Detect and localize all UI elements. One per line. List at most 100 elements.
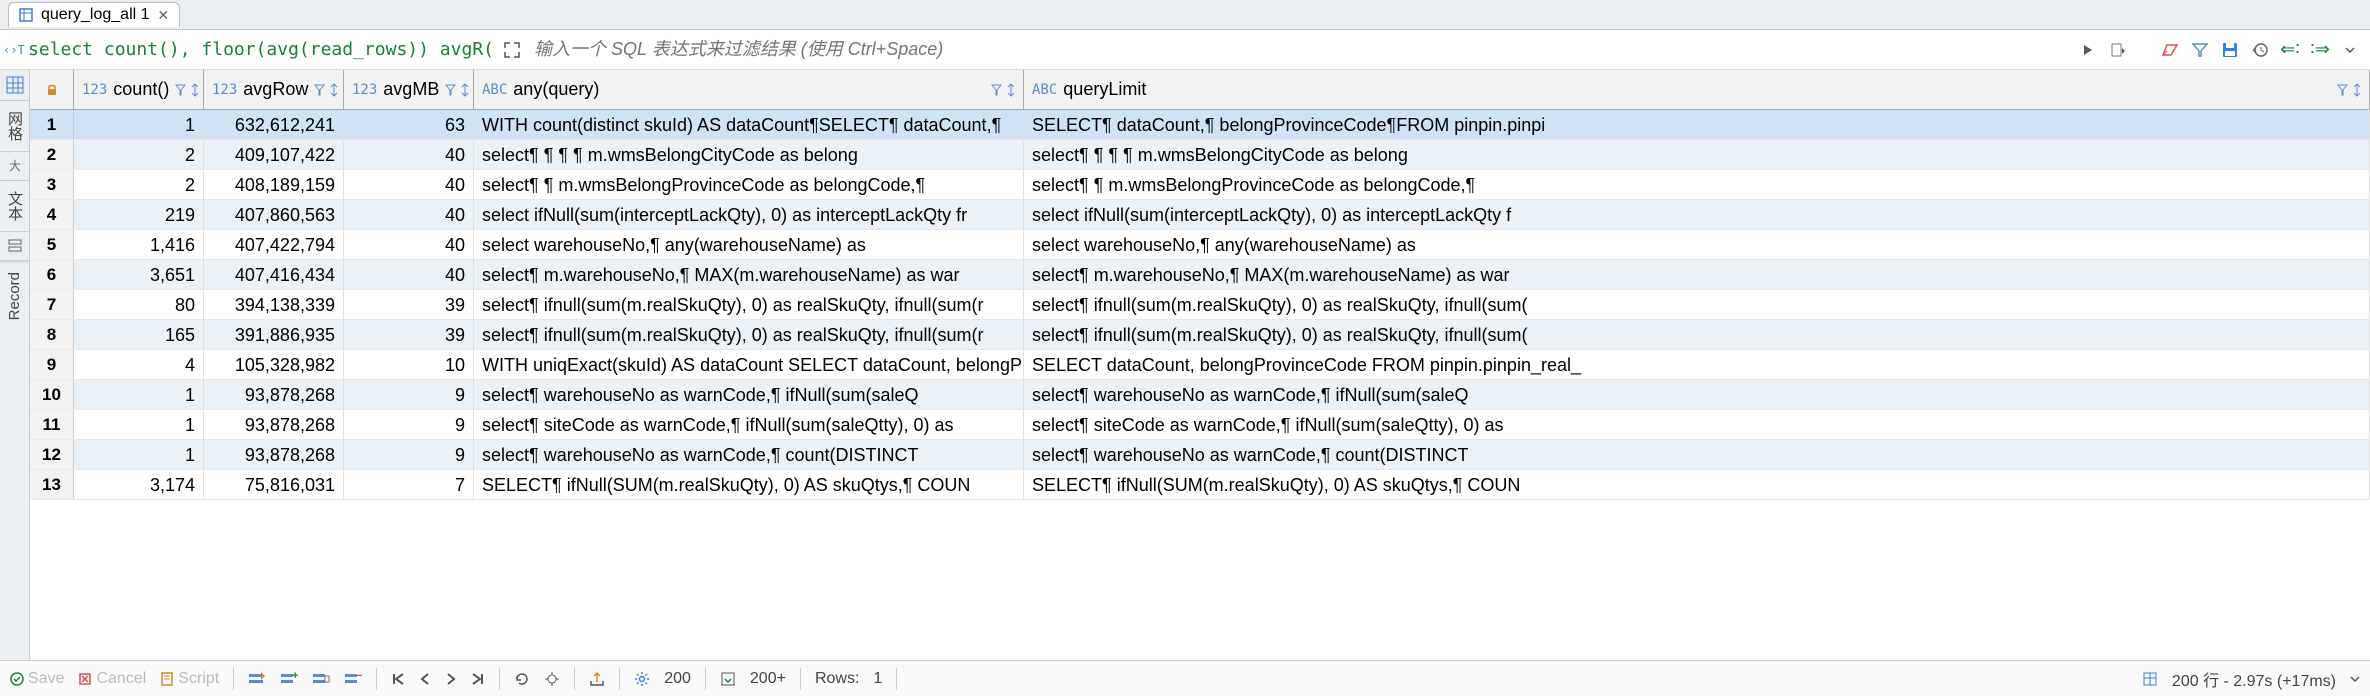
cell-querylimit[interactable]: select¶ ¶ ¶ ¶ m.wmsBelongCityCode as bel… — [1024, 140, 2370, 169]
filter-sort-icon[interactable] — [175, 83, 199, 97]
cell-anyquery[interactable]: select¶ ¶ m.wmsBelongProvinceCode as bel… — [474, 170, 1024, 199]
cell-anyquery[interactable]: select¶ ifnull(sum(m.realSkuQty), 0) as … — [474, 290, 1024, 319]
row-number[interactable]: 7 — [30, 290, 74, 319]
column-header-querylimit[interactable]: ABC queryLimit — [1024, 70, 2370, 109]
chevron-down-icon[interactable] — [2340, 40, 2360, 60]
cell-avgmb[interactable]: 40 — [344, 200, 474, 229]
cell-querylimit[interactable]: select¶ ¶ m.wmsBelongProvinceCode as bel… — [1024, 170, 2370, 199]
row-number[interactable]: 6 — [30, 260, 74, 289]
cell-anyquery[interactable]: select¶ warehouseNo as warnCode,¶ ifNull… — [474, 380, 1024, 409]
table-row[interactable]: 32408,189,15940select¶ ¶ m.wmsBelongProv… — [30, 170, 2370, 200]
cell-avgmb[interactable]: 63 — [344, 110, 474, 139]
column-header-anyquery[interactable]: ABC any(query) — [474, 70, 1024, 109]
arrow-right-green-icon[interactable]: ∶⇒ — [2310, 40, 2330, 60]
cell-count[interactable]: 1 — [74, 380, 204, 409]
column-header-avgrow[interactable]: 123 avgRow — [204, 70, 344, 109]
text-mode-tab[interactable]: 文本 — [0, 181, 29, 232]
row-number[interactable]: 13 — [30, 470, 74, 499]
filter-sort-icon[interactable] — [314, 83, 338, 97]
add-row-icon[interactable]: + — [280, 671, 298, 687]
cell-avgrow[interactable]: 391,886,935 — [204, 320, 344, 349]
cell-avgmb[interactable]: 40 — [344, 140, 474, 169]
table-row[interactable]: 11193,878,2689select¶ siteCode as warnCo… — [30, 410, 2370, 440]
table-row[interactable]: 133,17475,816,0317SELECT¶ ifNull(SUM(m.r… — [30, 470, 2370, 500]
next-page-icon[interactable] — [445, 672, 457, 686]
cell-avgmb[interactable]: 9 — [344, 380, 474, 409]
cell-count[interactable]: 1 — [74, 410, 204, 439]
fetch-more-icon[interactable] — [720, 671, 736, 687]
table-row[interactable]: 780394,138,33939select¶ ifnull(sum(m.rea… — [30, 290, 2370, 320]
cell-anyquery[interactable]: select ifNull(sum(interceptLackQty), 0) … — [474, 200, 1024, 229]
row-number[interactable]: 1 — [30, 110, 74, 139]
filter-sort-icon[interactable] — [991, 83, 1015, 97]
cell-anyquery[interactable]: select¶ ¶ ¶ ¶ m.wmsBelongCityCode as bel… — [474, 140, 1024, 169]
table-row[interactable]: 94105,328,98210WITH uniqExact(skuId) AS … — [30, 350, 2370, 380]
text-mode-tab-icon[interactable]: 大 — [0, 152, 29, 181]
grid-rows[interactable]: 11632,612,24163WITH count(distinct skuId… — [30, 110, 2370, 660]
cell-count[interactable]: 1,416 — [74, 230, 204, 259]
cell-count[interactable]: 165 — [74, 320, 204, 349]
cell-querylimit[interactable]: SELECT dataCount, belongProvinceCode FRO… — [1024, 350, 2370, 379]
cell-avgrow[interactable]: 394,138,339 — [204, 290, 344, 319]
eraser-icon[interactable] — [2160, 40, 2180, 60]
cell-count[interactable]: 219 — [74, 200, 204, 229]
sql-preview[interactable]: select count(), floor(avg(read_rows)) av… — [28, 39, 494, 60]
cell-querylimit[interactable]: select¶ warehouseNo as warnCode,¶ count(… — [1024, 440, 2370, 469]
cell-avgmb[interactable]: 39 — [344, 290, 474, 319]
filter-funnel-icon[interactable] — [2190, 40, 2210, 60]
table-row[interactable]: 8165391,886,93539select¶ ifnull(sum(m.re… — [30, 320, 2370, 350]
sql-expression-icon[interactable]: ‹›T — [0, 41, 28, 59]
cell-avgrow[interactable]: 93,878,268 — [204, 380, 344, 409]
cell-anyquery[interactable]: select¶ warehouseNo as warnCode,¶ count(… — [474, 440, 1024, 469]
cell-querylimit[interactable]: SELECT¶ ifNull(SUM(m.realSkuQty), 0) AS … — [1024, 470, 2370, 499]
cell-anyquery[interactable]: select warehouseNo,¶ any(warehouseName) … — [474, 230, 1024, 259]
cell-anyquery[interactable]: select¶ siteCode as warnCode,¶ ifNull(su… — [474, 410, 1024, 439]
delete-row-icon[interactable]: − — [344, 671, 362, 687]
cell-avgmb[interactable]: 9 — [344, 410, 474, 439]
cell-count[interactable]: 2 — [74, 170, 204, 199]
cell-avgmb[interactable]: 40 — [344, 170, 474, 199]
row-number[interactable]: 4 — [30, 200, 74, 229]
table-row[interactable]: 10193,878,2689select¶ warehouseNo as war… — [30, 380, 2370, 410]
cell-anyquery[interactable]: SELECT¶ ifNull(SUM(m.realSkuQty), 0) AS … — [474, 470, 1024, 499]
arrow-left-green-icon[interactable]: ⇐∶ — [2280, 40, 2300, 60]
cell-count[interactable]: 1 — [74, 440, 204, 469]
export-icon[interactable] — [589, 671, 605, 687]
cell-anyquery[interactable]: WITH uniqExact(skuId) AS dataCount SELEC… — [474, 350, 1024, 379]
cell-avgrow[interactable]: 407,422,794 — [204, 230, 344, 259]
fetch-size[interactable]: 200 — [664, 670, 691, 688]
target-icon[interactable] — [544, 671, 560, 687]
table-row[interactable]: 63,651407,416,43440select¶ m.warehouseNo… — [30, 260, 2370, 290]
refresh-icon[interactable] — [514, 671, 530, 687]
grid-mode-tab[interactable]: 网格 — [0, 101, 29, 152]
row-number[interactable]: 12 — [30, 440, 74, 469]
filter-input[interactable] — [530, 39, 2078, 60]
save-disk-icon[interactable] — [2220, 40, 2240, 60]
cell-querylimit[interactable]: select warehouseNo,¶ any(warehouseName) … — [1024, 230, 2370, 259]
cell-querylimit[interactable]: select¶ ifnull(sum(m.realSkuQty), 0) as … — [1024, 290, 2370, 319]
table-row[interactable]: 12193,878,2689select¶ warehouseNo as war… — [30, 440, 2370, 470]
cell-avgmb[interactable]: 9 — [344, 440, 474, 469]
row-number[interactable]: 3 — [30, 170, 74, 199]
cell-anyquery[interactable]: select¶ ifnull(sum(m.realSkuQty), 0) as … — [474, 320, 1024, 349]
cell-avgmb[interactable]: 39 — [344, 320, 474, 349]
cell-avgrow[interactable]: 75,816,031 — [204, 470, 344, 499]
cell-count[interactable]: 1 — [74, 110, 204, 139]
record-mode-tab-icon[interactable] — [0, 232, 29, 261]
row-number[interactable]: 11 — [30, 410, 74, 439]
cell-anyquery[interactable]: WITH count(distinct skuId) AS dataCount¶… — [474, 110, 1024, 139]
result-info-icon[interactable] — [2142, 671, 2158, 687]
cell-avgrow[interactable]: 408,189,159 — [204, 170, 344, 199]
cell-querylimit[interactable]: select ifNull(sum(interceptLackQty), 0) … — [1024, 200, 2370, 229]
cell-count[interactable]: 4 — [74, 350, 204, 379]
cell-querylimit[interactable]: select¶ siteCode as warnCode,¶ ifNull(su… — [1024, 410, 2370, 439]
cell-avgmb[interactable]: 40 — [344, 260, 474, 289]
edit-row-icon[interactable] — [248, 671, 266, 687]
cell-querylimit[interactable]: select¶ m.warehouseNo,¶ MAX(m.warehouseN… — [1024, 260, 2370, 289]
first-page-icon[interactable] — [391, 672, 405, 686]
cell-avgrow[interactable]: 407,416,434 — [204, 260, 344, 289]
cell-avgmb[interactable]: 40 — [344, 230, 474, 259]
last-page-icon[interactable] — [471, 672, 485, 686]
filter-sort-icon[interactable] — [2337, 83, 2361, 97]
cell-querylimit[interactable]: select¶ ifnull(sum(m.realSkuQty), 0) as … — [1024, 320, 2370, 349]
